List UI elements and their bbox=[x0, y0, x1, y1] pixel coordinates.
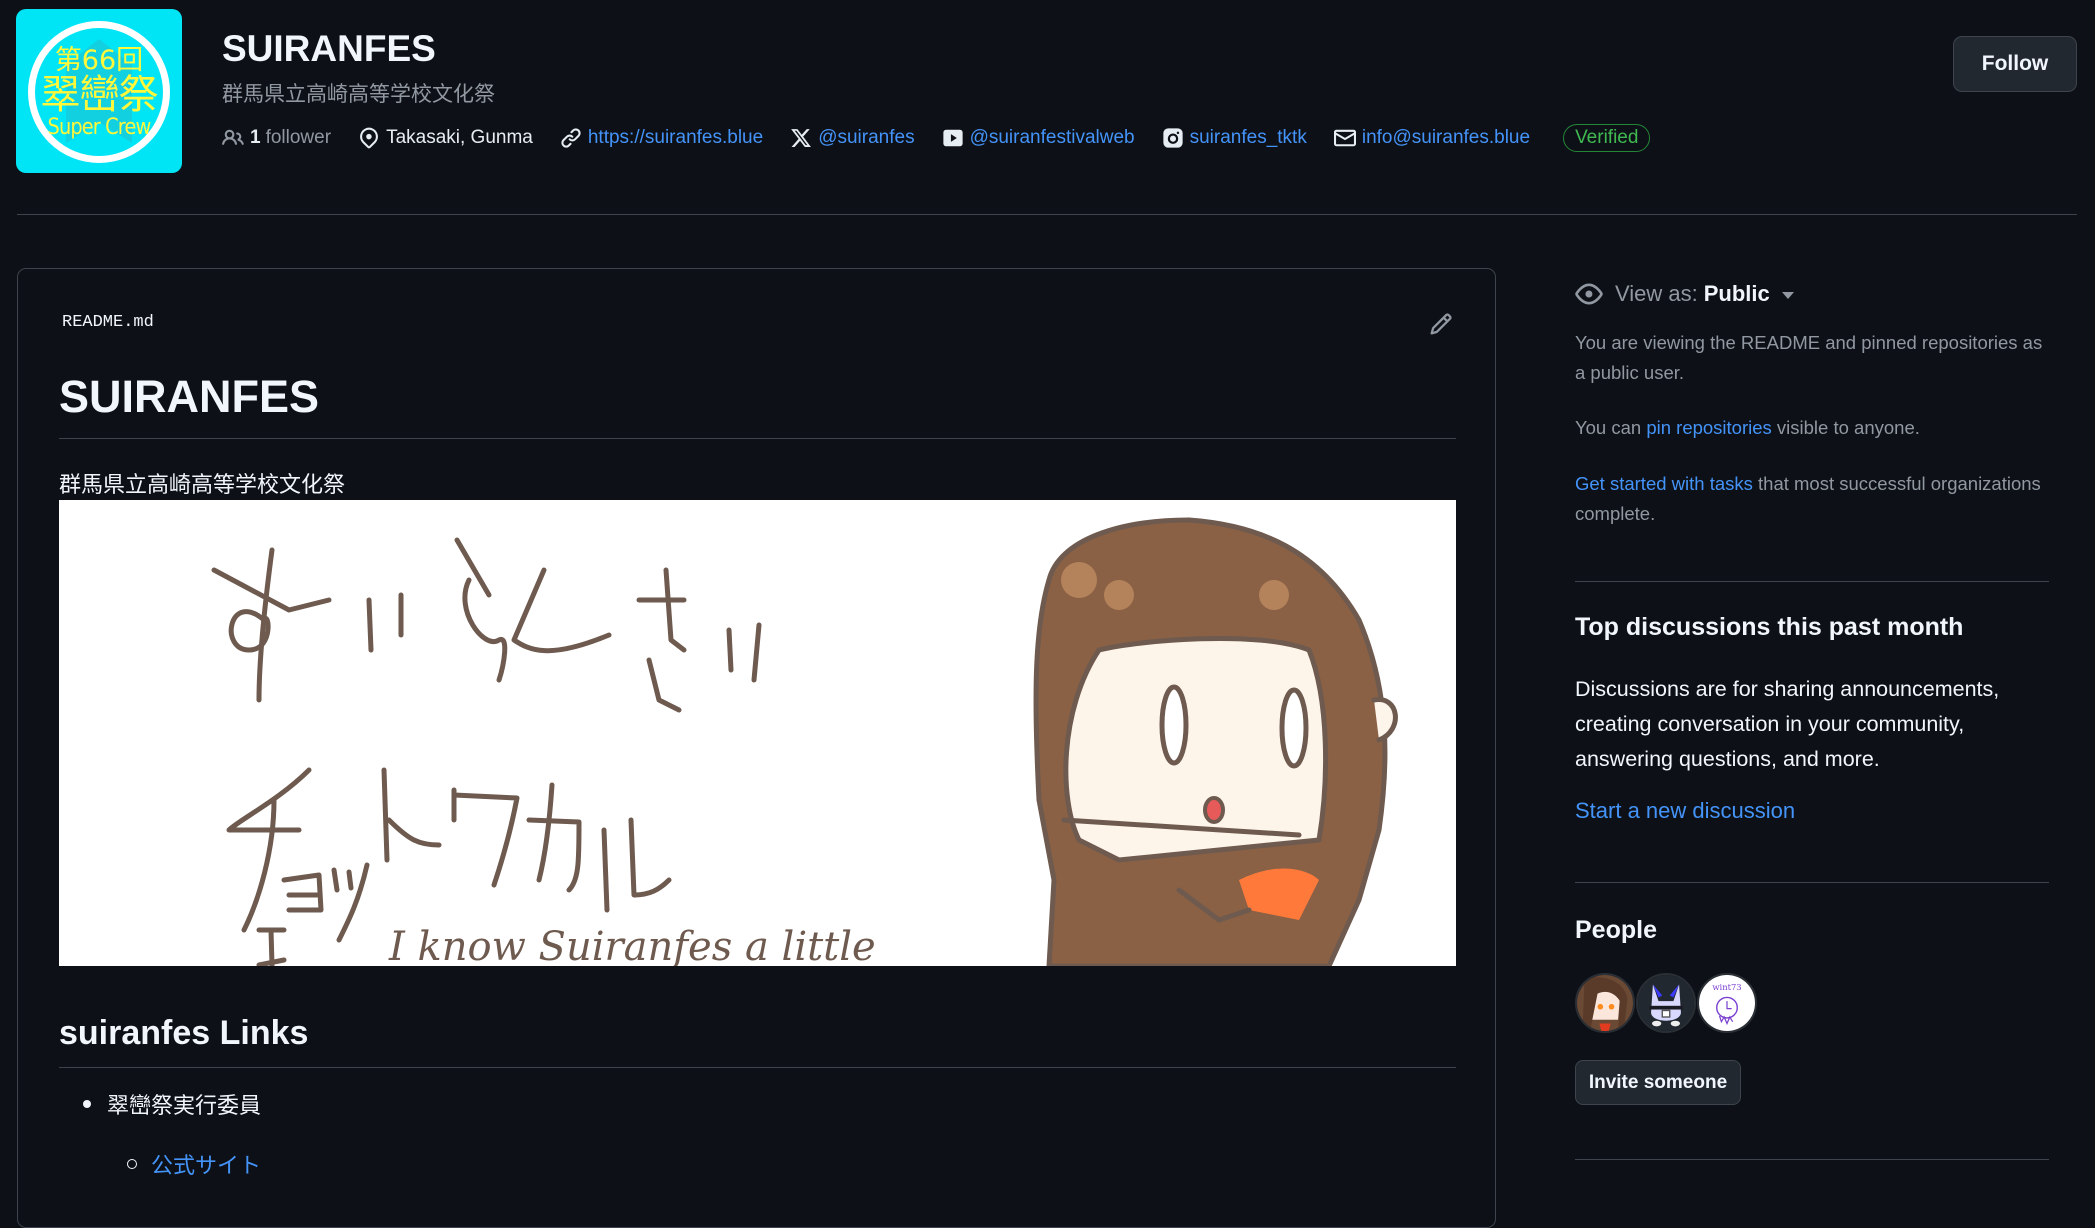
x-handle: @suiranfes bbox=[818, 127, 915, 148]
view-as-dropdown[interactable]: View as: Public bbox=[1575, 280, 1794, 308]
list-item-nested: 公式サイト bbox=[59, 1149, 261, 1179]
banner-character bbox=[1033, 517, 1398, 966]
avatar-image bbox=[1577, 975, 1633, 1031]
get-started-tasks-link[interactable]: Get started with tasks bbox=[1575, 473, 1753, 494]
followers-link[interactable]: 1 follower bbox=[222, 127, 331, 149]
view-as-value: Public bbox=[1703, 281, 1770, 306]
discussions-description: Discussions are for sharing announcement… bbox=[1575, 677, 2000, 771]
followers-label: follower bbox=[265, 127, 332, 148]
website-text: https://suiranfes.blue bbox=[587, 127, 764, 148]
logo-text-name: 翠巒祭 bbox=[40, 72, 159, 118]
readme-subtitle: 群馬県立高崎高等学校文化祭 bbox=[59, 472, 346, 497]
links-list: 翠巒祭実行委員 公式サイト bbox=[59, 1089, 261, 1179]
sidebar-divider bbox=[1575, 882, 2049, 883]
email-link[interactable]: info@suiranfes.blue bbox=[1333, 127, 1531, 149]
org-header: 第66回 翠巒祭 Super Crew SUIRANFES 群馬県立高崎高等学校… bbox=[0, 0, 2095, 215]
follow-button[interactable]: Follow bbox=[1953, 36, 2077, 92]
official-site-link[interactable]: 公式サイト bbox=[151, 1148, 261, 1180]
eye-icon bbox=[1575, 283, 1603, 305]
bullet bbox=[83, 1100, 91, 1108]
member-avatar[interactable]: wint73 bbox=[1697, 973, 1757, 1033]
links-divider bbox=[59, 1067, 1456, 1068]
location-text: Takasaki, Gunma bbox=[386, 127, 533, 148]
website-link[interactable]: https://suiranfes.blue bbox=[560, 127, 763, 149]
org-meta-row: 1 follower Takasaki, Gunma https://suira… bbox=[222, 122, 1651, 154]
view-as-label: View as: bbox=[1615, 281, 1698, 306]
sidebar-divider bbox=[1575, 1159, 2049, 1160]
logo-text-edition: 第66回 bbox=[54, 45, 144, 76]
tasks-text: Get started with tasks that most success… bbox=[1575, 469, 2049, 529]
org-name: SUIRANFES bbox=[222, 28, 436, 69]
instagram-handle: suiranfes_tktk bbox=[1189, 127, 1307, 148]
member-avatar[interactable] bbox=[1636, 973, 1696, 1033]
list-item: 翠巒祭実行委員 bbox=[59, 1089, 261, 1119]
caret-down-icon bbox=[1781, 292, 1794, 299]
bullet bbox=[127, 1159, 137, 1169]
org-logo: 第66回 翠巒祭 Super Crew bbox=[16, 9, 182, 173]
viewing-as-text: You are viewing the README and pinned re… bbox=[1575, 332, 2043, 383]
verified-badge[interactable]: Verified bbox=[1563, 124, 1651, 152]
youtube-icon bbox=[942, 129, 963, 147]
banner-drawing: I know Suiranfes a little bbox=[211, 517, 1398, 966]
people-icon bbox=[222, 129, 244, 145]
link-icon bbox=[561, 128, 581, 148]
banner-caption: I know Suiranfes a little bbox=[388, 924, 876, 966]
people-heading: People bbox=[1575, 916, 1657, 944]
x-link[interactable]: @suiranfes bbox=[790, 127, 915, 149]
pin-text-after: visible to anyone. bbox=[1771, 417, 1920, 438]
x-logo-icon bbox=[791, 129, 812, 147]
youtube-handle: @suiranfestivalweb bbox=[969, 127, 1135, 148]
pin-repositories-text: You can pin repositories visible to anyo… bbox=[1575, 413, 2049, 443]
instagram-icon bbox=[1162, 128, 1183, 148]
readme-title: SUIRANFES bbox=[59, 371, 320, 422]
logo-text-theme: Super Crew bbox=[47, 115, 152, 140]
pin-text-before: You can bbox=[1575, 417, 1647, 438]
people-avatars: wint73 bbox=[1575, 973, 1758, 1033]
svg-text:wint73: wint73 bbox=[1712, 982, 1741, 992]
youtube-link[interactable]: @suiranfestivalweb bbox=[942, 127, 1135, 149]
header-divider bbox=[17, 214, 2077, 215]
list-item-label: 翠巒祭実行委員 bbox=[107, 1093, 262, 1118]
title-divider bbox=[59, 438, 1456, 439]
avatar-image bbox=[1638, 975, 1694, 1031]
avatar-image: wint73 bbox=[1699, 975, 1755, 1031]
sidebar-divider bbox=[1575, 581, 2049, 582]
mail-icon bbox=[1333, 129, 1356, 147]
location-pin-icon bbox=[360, 127, 379, 149]
member-avatar[interactable] bbox=[1575, 973, 1635, 1033]
instagram-link[interactable]: suiranfes_tktk bbox=[1162, 127, 1307, 149]
start-discussion-link[interactable]: Start a new discussion bbox=[1575, 798, 1795, 824]
discussions-heading: Top discussions this past month bbox=[1575, 613, 1964, 641]
readme-banner-image: I know Suiranfes a little bbox=[59, 500, 1456, 966]
readme-filename: README.md bbox=[62, 313, 154, 332]
pin-repositories-link[interactable]: pin repositories bbox=[1646, 417, 1771, 438]
edit-readme-button[interactable] bbox=[1426, 309, 1456, 339]
readme-card: README.md SUIRANFES 群馬県立高崎高等学校文化祭 I know… bbox=[17, 268, 1496, 1228]
email-text: info@suiranfes.blue bbox=[1361, 127, 1531, 148]
location: Takasaki, Gunma bbox=[358, 127, 533, 149]
pencil-icon bbox=[1430, 313, 1452, 335]
invite-someone-button[interactable]: Invite someone bbox=[1575, 1060, 1741, 1105]
links-heading: suiranfes Links bbox=[59, 1014, 309, 1052]
org-description: 群馬県立高崎高等学校文化祭 bbox=[222, 83, 495, 106]
followers-count: 1 bbox=[250, 127, 261, 148]
